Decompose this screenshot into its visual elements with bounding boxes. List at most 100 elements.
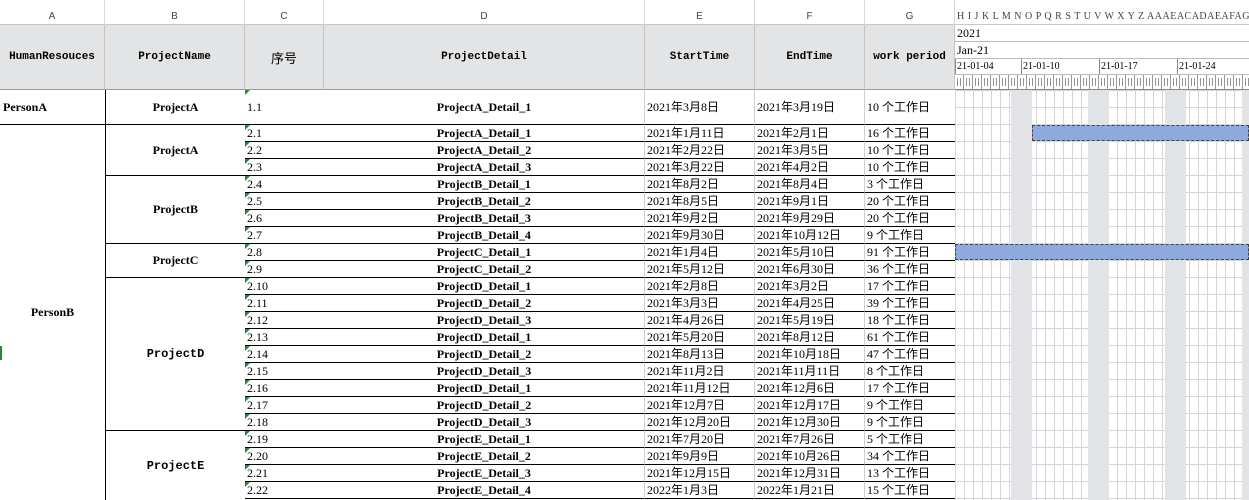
row-index-cell[interactable]: 2.10 [245, 278, 324, 295]
row-period-cell[interactable]: 47 个工作日 [865, 346, 955, 363]
row-start-cell[interactable]: 2021年9月2日 [645, 210, 755, 227]
row-period-cell[interactable]: 8 个工作日 [865, 363, 955, 380]
header-end-time[interactable]: EndTime [755, 25, 865, 90]
row-end-cell[interactable]: 2021年3月2日 [755, 278, 865, 295]
column-header-e[interactable]: E [645, 0, 755, 25]
row-period-cell[interactable]: 10 个工作日 [865, 159, 955, 176]
row-period-cell[interactable]: 3 个工作日 [865, 176, 955, 193]
row-detail-cell[interactable]: ProjectE_Detail_3 [324, 465, 645, 482]
row-index-cell[interactable]: 2.21 [245, 465, 324, 482]
row-period-cell[interactable]: 91 个工作日 [865, 244, 955, 261]
row-start-cell[interactable]: 2021年9月9日 [645, 448, 755, 465]
row-period-cell[interactable]: 9 个工作日 [865, 227, 955, 244]
row-start-cell[interactable]: 2021年11月2日 [645, 363, 755, 380]
column-header-f[interactable]: F [755, 0, 865, 25]
row-index-cell[interactable]: 2.13 [245, 329, 324, 346]
row-detail-cell[interactable]: ProjectA_Detail_1 [324, 125, 645, 142]
header-index[interactable]: 序号 [245, 25, 324, 90]
gantt-week-4[interactable]: 21-01-24 [1177, 59, 1249, 74]
row-start-cell[interactable]: 2021年5月12日 [645, 261, 755, 278]
row-period-cell[interactable]: 36 个工作日 [865, 261, 955, 278]
row-detail-cell[interactable]: ProjectE_Detail_1 [324, 431, 645, 448]
row-index-cell[interactable]: 2.17 [245, 397, 324, 414]
row-start-cell[interactable]: 2021年2月22日 [645, 142, 755, 159]
row-period-cell[interactable]: 15 个工作日 [865, 482, 955, 499]
row-index-cell[interactable]: 2.22 [245, 482, 324, 499]
gantt-column-headers[interactable]: H I J K L M N O P Q R S T U V W X Y Z AA… [955, 0, 1249, 25]
column-header-b[interactable]: B [105, 0, 245, 25]
row-detail-cell[interactable]: ProjectE_Detail_2 [324, 448, 645, 465]
row-end-cell[interactable]: 2021年9月29日 [755, 210, 865, 227]
row-start-cell[interactable]: 2021年11月12日 [645, 380, 755, 397]
row-period-cell[interactable]: 17 个工作日 [865, 278, 955, 295]
row-detail-cell[interactable]: ProjectD_Detail_2 [324, 346, 645, 363]
row-end-cell[interactable]: 2021年5月10日 [755, 244, 865, 261]
row-start-cell[interactable]: 2021年8月2日 [645, 176, 755, 193]
row-start-cell[interactable]: 2021年12月20日 [645, 414, 755, 431]
row-period-cell[interactable]: 9 个工作日 [865, 414, 955, 431]
row-start-cell[interactable]: 2022年1月3日 [645, 482, 755, 499]
header-project-detail[interactable]: ProjectDetail [324, 25, 645, 90]
gantt-week-2[interactable]: 21-01-10 [1021, 59, 1099, 74]
row-period-cell[interactable]: 16 个工作日 [865, 125, 955, 142]
row-start-cell[interactable]: 2021年9月30日 [645, 227, 755, 244]
row-index-cell[interactable]: 1.1 [245, 90, 324, 125]
row-start-cell[interactable]: 2021年12月7日 [645, 397, 755, 414]
row-index-cell[interactable]: 2.4 [245, 176, 324, 193]
row-period-cell[interactable]: 9 个工作日 [865, 397, 955, 414]
row-start-cell[interactable]: 2021年1月4日 [645, 244, 755, 261]
row-end-cell[interactable]: 2021年8月12日 [755, 329, 865, 346]
row-index-cell[interactable]: 2.15 [245, 363, 324, 380]
row-end-cell[interactable]: 2021年10月18日 [755, 346, 865, 363]
row-index-cell[interactable]: 2.5 [245, 193, 324, 210]
row-period-cell[interactable]: 5 个工作日 [865, 431, 955, 448]
row-end-cell[interactable]: 2021年3月5日 [755, 142, 865, 159]
row-detail-cell[interactable]: ProjectA_Detail_1 [324, 90, 645, 125]
row-start-cell[interactable]: 2021年8月13日 [645, 346, 755, 363]
header-start-time[interactable]: StartTime [645, 25, 755, 90]
row-end-cell[interactable]: 2021年6月30日 [755, 261, 865, 278]
row-end-cell[interactable]: 2021年11月11日 [755, 363, 865, 380]
row-period-cell[interactable]: 17 个工作日 [865, 380, 955, 397]
row-start-cell[interactable]: 2021年8月5日 [645, 193, 755, 210]
row-start-cell[interactable]: 2021年4月26日 [645, 312, 755, 329]
row-start-cell[interactable]: 2021年12月15日 [645, 465, 755, 482]
row-end-cell[interactable]: 2021年7月26日 [755, 431, 865, 448]
row-period-cell[interactable]: 10 个工作日 [865, 142, 955, 159]
row-index-cell[interactable]: 2.9 [245, 261, 324, 278]
row-start-cell[interactable]: 2021年3月22日 [645, 159, 755, 176]
row-end-cell[interactable]: 2021年9月1日 [755, 193, 865, 210]
row-index-cell[interactable]: 2.19 [245, 431, 324, 448]
row-detail-cell[interactable]: ProjectD_Detail_2 [324, 295, 645, 312]
row-period-cell[interactable]: 61 个工作日 [865, 329, 955, 346]
row-start-cell[interactable]: 2021年7月20日 [645, 431, 755, 448]
row-detail-cell[interactable]: ProjectD_Detail_1 [324, 329, 645, 346]
row-period-cell[interactable]: 34 个工作日 [865, 448, 955, 465]
row-index-cell[interactable]: 2.20 [245, 448, 324, 465]
row-index-cell[interactable]: 2.8 [245, 244, 324, 261]
row-detail-cell[interactable]: ProjectB_Detail_1 [324, 176, 645, 193]
row-end-cell[interactable]: 2021年2月1日 [755, 125, 865, 142]
row-start-cell[interactable]: 2021年3月3日 [645, 295, 755, 312]
column-header-a[interactable]: A [0, 0, 105, 25]
row-end-cell[interactable]: 2021年4月25日 [755, 295, 865, 312]
row-index-cell[interactable]: 2.11 [245, 295, 324, 312]
row-end-cell[interactable]: 2021年12月6日 [755, 380, 865, 397]
row-index-cell[interactable]: 2.3 [245, 159, 324, 176]
gantt-bar-2-1[interactable] [1032, 125, 1249, 141]
row-detail-cell[interactable]: ProjectD_Detail_1 [324, 278, 645, 295]
gantt-year[interactable]: 2021 [955, 25, 1249, 42]
row-period-cell[interactable]: 39 个工作日 [865, 295, 955, 312]
gantt-bar-2-8[interactable] [955, 244, 1249, 260]
row-detail-cell[interactable]: ProjectC_Detail_2 [324, 261, 645, 278]
row-index-cell[interactable]: 2.14 [245, 346, 324, 363]
row-end-cell[interactable]: 2022年1月21日 [755, 482, 865, 499]
row-detail-cell[interactable]: ProjectB_Detail_3 [324, 210, 645, 227]
row-index-cell[interactable]: 2.7 [245, 227, 324, 244]
header-work-period[interactable]: work period [865, 25, 955, 90]
row-detail-cell[interactable]: ProjectA_Detail_3 [324, 159, 645, 176]
row-period-cell[interactable]: 13 个工作日 [865, 465, 955, 482]
row-end-cell[interactable]: 2021年10月26日 [755, 448, 865, 465]
row-start-cell[interactable]: 2021年2月8日 [645, 278, 755, 295]
gantt-week-1[interactable]: 21-01-04 [955, 59, 1021, 74]
